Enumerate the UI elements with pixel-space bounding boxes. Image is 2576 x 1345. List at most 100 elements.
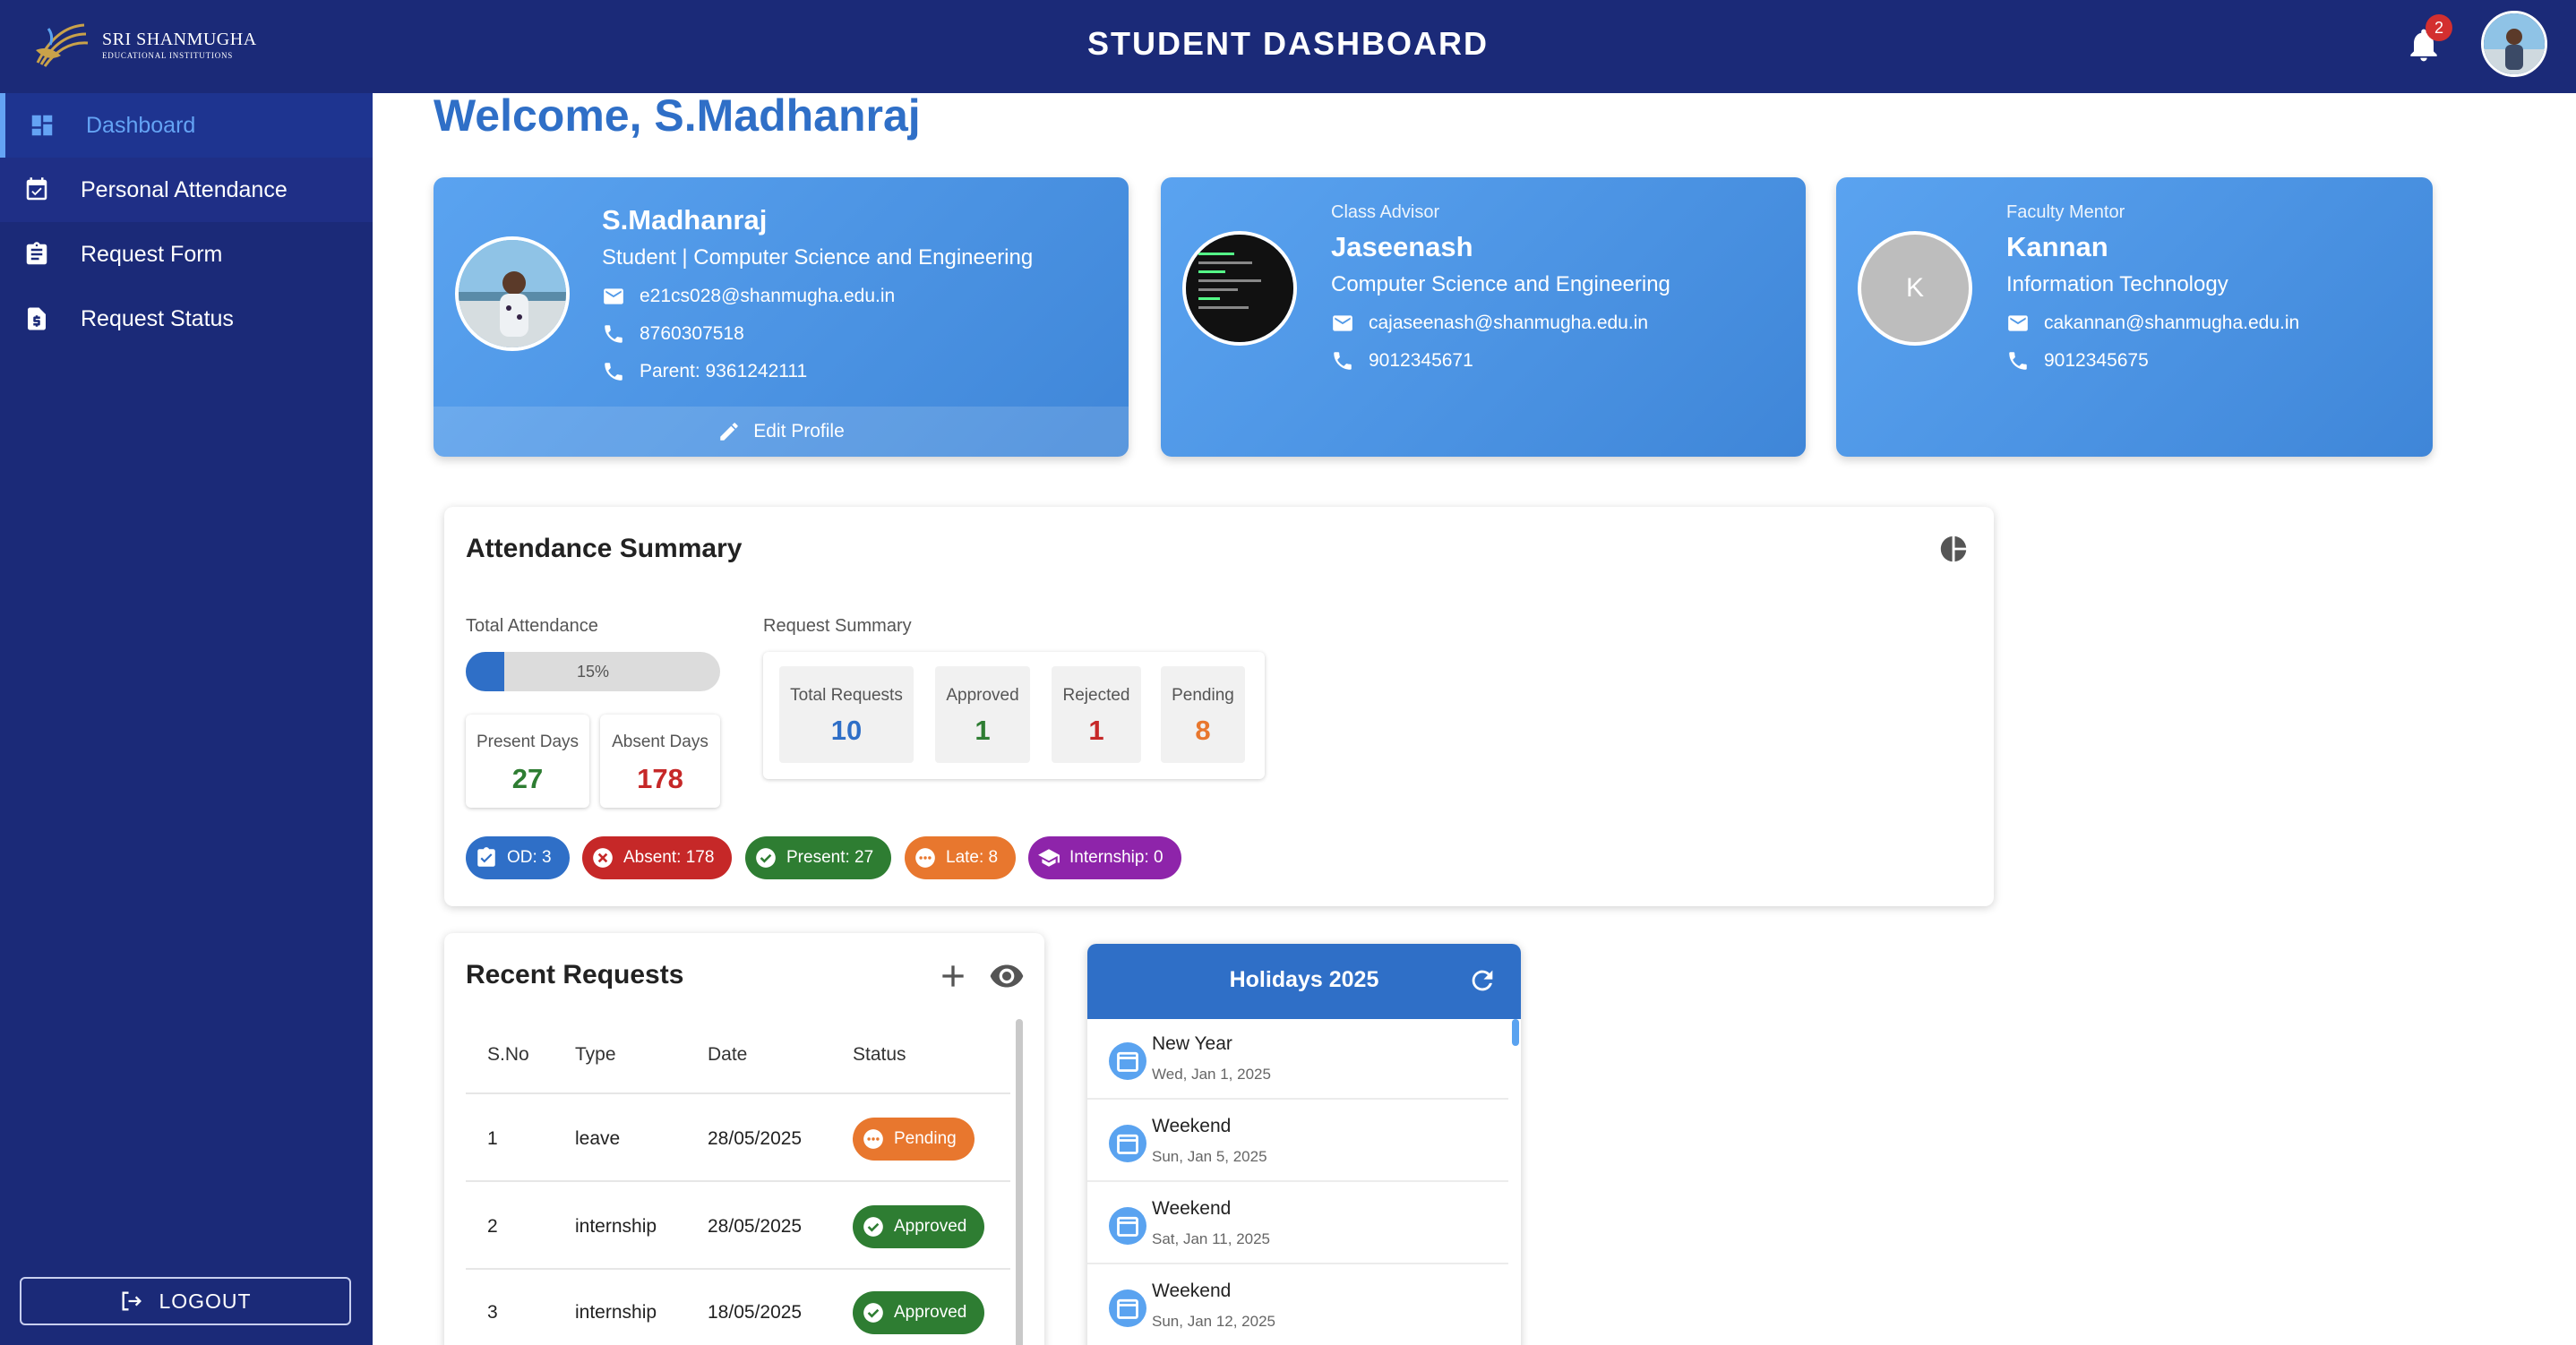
- edit-profile-label: Edit Profile: [753, 421, 845, 441]
- advisor-email-row: cajaseenash@shanmugha.edu.in: [1331, 312, 1648, 335]
- advisor-phone: 9012345671: [1369, 350, 1473, 371]
- holidays-card: Holidays 2025 New Year Wed, Jan 1, 2025 …: [1087, 944, 1521, 1345]
- row-type: leave: [575, 1128, 621, 1149]
- sidebar-item-request-form[interactable]: Request Form: [0, 222, 373, 287]
- list-item[interactable]: Weekend Sun, Jan 12, 2025: [1087, 1266, 1508, 1345]
- present-days-label: Present Days: [476, 732, 580, 751]
- sidebar-item-personal-attendance[interactable]: Personal Attendance: [0, 158, 373, 222]
- row-type: internship: [575, 1216, 657, 1237]
- rejected-box: Rejected 1: [1052, 666, 1141, 763]
- sidebar-item-request-status[interactable]: Request Status: [0, 287, 373, 351]
- absent-chip[interactable]: Absent: 178: [582, 836, 733, 879]
- sidebar: Dashboard Personal Attendance Request Fo…: [0, 93, 373, 1345]
- attendance-summary-card: Attendance Summary Total Attendance 15% …: [444, 507, 1994, 906]
- internship-chip[interactable]: Internship: 0: [1028, 836, 1181, 879]
- student-email-row: e21cs028@shanmugha.edu.in: [602, 285, 895, 308]
- absent-chip-label: Absent: 178: [623, 848, 715, 867]
- check-circle-icon: [756, 848, 776, 868]
- mentor-name: Kannan: [2006, 231, 2108, 262]
- student-phone-row: 8760307518: [602, 322, 744, 346]
- status-label: Approved: [894, 1217, 967, 1236]
- sidebar-item-dashboard[interactable]: Dashboard: [0, 93, 373, 158]
- rejected-label: Rejected: [1062, 686, 1130, 705]
- refresh-icon[interactable]: [1467, 965, 1498, 996]
- faculty-mentor-card: K Faculty Mentor Kannan Information Tech…: [1836, 177, 2433, 457]
- sidebar-item-label: Request Form: [81, 241, 223, 267]
- status-badge: Approved: [853, 1291, 985, 1334]
- holiday-date: Sun, Jan 12, 2025: [1152, 1313, 1276, 1330]
- user-avatar[interactable]: [2481, 11, 2547, 77]
- add-icon[interactable]: [935, 958, 971, 994]
- calendar-icon: [1109, 1125, 1146, 1162]
- edit-profile-button[interactable]: Edit Profile: [434, 407, 1129, 457]
- phone-icon: [605, 363, 623, 381]
- holidays-scrollbar[interactable]: [1512, 1019, 1519, 1046]
- table-divider: [466, 1092, 1010, 1094]
- holiday-date: Sat, Jan 11, 2025: [1152, 1230, 1271, 1247]
- total-requests-box: Total Requests 10: [779, 666, 914, 763]
- student-role: Student | Computer Science and Engineeri…: [602, 245, 1034, 270]
- logout-button[interactable]: LOGOUT: [20, 1277, 351, 1325]
- calendar-check-icon: [26, 177, 47, 201]
- pie-chart-icon[interactable]: [1938, 534, 1969, 564]
- table-divider: [466, 1268, 1010, 1270]
- od-chip[interactable]: OD: 3: [466, 836, 570, 879]
- advisor-name: Jaseenash: [1331, 231, 1473, 262]
- advisor-avatar: [1182, 231, 1297, 346]
- present-days-value: 27: [511, 763, 544, 794]
- row-date: 18/05/2025: [708, 1302, 803, 1323]
- mentor-initial: K: [1905, 273, 1924, 303]
- rejected-value: 1: [1088, 715, 1104, 746]
- pending-label: Pending: [1172, 686, 1234, 705]
- student-email: e21cs028@shanmugha.edu.in: [640, 286, 896, 306]
- total-requests-label: Total Requests: [790, 686, 903, 705]
- email-icon: [2008, 315, 2028, 331]
- present-days-box: Present Days 27: [466, 715, 589, 808]
- phone-icon: [1334, 352, 1352, 370]
- sidebar-item-label: Request Status: [81, 305, 234, 331]
- late-chip-label: Late: 8: [946, 848, 999, 867]
- list-item[interactable]: Weekend Sat, Jan 11, 2025: [1087, 1184, 1508, 1264]
- approved-label: Approved: [946, 686, 1019, 705]
- holiday-name: New Year: [1152, 1033, 1232, 1054]
- attendance-progress-bar: 15%: [466, 652, 720, 691]
- row-date: 28/05/2025: [708, 1128, 803, 1149]
- recent-requests-title: Recent Requests: [466, 960, 684, 989]
- mentor-avatar: K: [1858, 231, 1972, 346]
- advisor-email: cajaseenash@shanmugha.edu.in: [1369, 313, 1649, 333]
- absent-days-label: Absent Days: [612, 732, 708, 751]
- column-header-date: Date: [708, 1044, 748, 1065]
- list-item[interactable]: Weekend Sun, Jan 5, 2025: [1087, 1101, 1508, 1182]
- holiday-date: Sun, Jan 5, 2025: [1152, 1148, 1267, 1165]
- student-name: S.Madhanraj: [602, 204, 768, 236]
- student-photo-icon: [459, 240, 566, 347]
- present-chip-label: Present: 27: [786, 848, 874, 867]
- total-attendance-label: Total Attendance: [466, 616, 598, 636]
- internship-chip-label: Internship: 0: [1069, 848, 1163, 867]
- status-label: Approved: [894, 1303, 967, 1322]
- user-photo-icon: [2484, 13, 2545, 74]
- more-circle-icon: [863, 1129, 883, 1149]
- mentor-email-row: cakannan@shanmugha.edu.in: [2006, 312, 2299, 335]
- graduation-cap-icon: [1038, 849, 1060, 867]
- approved-value: 1: [975, 715, 991, 746]
- view-eye-icon[interactable]: [989, 958, 1025, 994]
- sidebar-item-label: Personal Attendance: [81, 176, 288, 202]
- clipboard-icon: [26, 242, 47, 265]
- late-chip[interactable]: Late: 8: [905, 836, 1017, 879]
- od-chip-label: OD: 3: [507, 848, 552, 867]
- status-badge: Approved: [853, 1205, 985, 1248]
- mentor-department: Information Technology: [2006, 272, 2228, 296]
- email-icon: [604, 288, 623, 304]
- column-header-status: Status: [853, 1044, 906, 1065]
- holiday-date: Wed, Jan 1, 2025: [1152, 1066, 1271, 1083]
- dollar-file-icon: [28, 307, 46, 330]
- row-date: 28/05/2025: [708, 1216, 803, 1237]
- holiday-name: Weekend: [1152, 1198, 1232, 1219]
- email-icon: [1333, 315, 1352, 331]
- notification-count-badge: 2: [2426, 14, 2452, 41]
- list-item[interactable]: New Year Wed, Jan 1, 2025: [1087, 1019, 1508, 1100]
- present-chip[interactable]: Present: 27: [745, 836, 892, 879]
- recent-requests-scrollbar[interactable]: [1016, 1019, 1023, 1345]
- mentor-phone-row: 9012345675: [2006, 349, 2149, 373]
